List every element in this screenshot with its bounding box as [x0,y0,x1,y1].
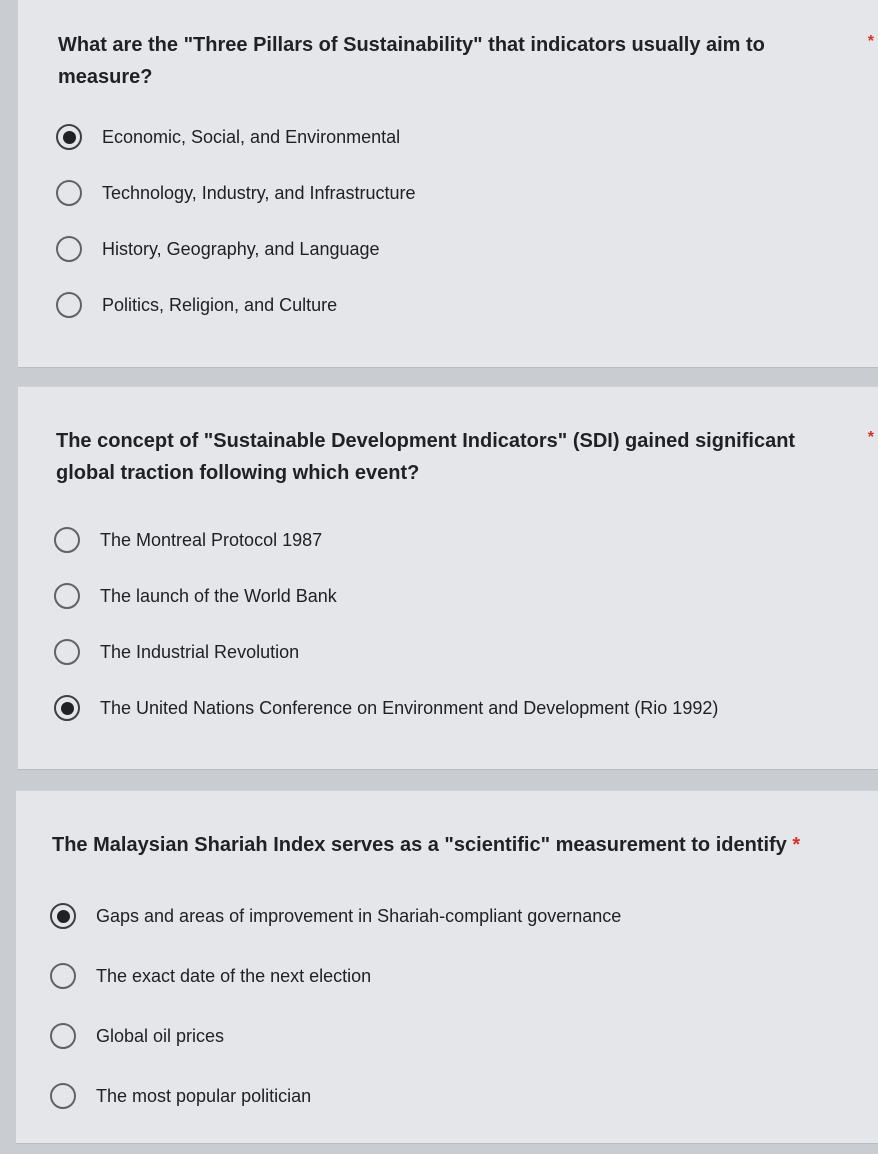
radio-empty-icon[interactable] [56,236,82,262]
option-label: The Montreal Protocol 1987 [100,529,323,550]
radio-empty-icon[interactable] [54,583,80,609]
options-list: Economic, Social, and Environmental Tech… [56,109,878,333]
option-label: Economic, Social, and Environmental [102,126,401,147]
question-title: The concept of "Sustainable Development … [56,430,796,484]
radio-selected-icon[interactable] [54,695,80,721]
radio-option[interactable]: Politics, Religion, and Culture [56,277,878,333]
radio-option[interactable]: History, Geography, and Language [56,221,878,277]
option-label: Politics, Religion, and Culture [102,294,338,315]
radio-option[interactable]: Technology, Industry, and Infrastructure [56,165,878,221]
required-asterisk: * [867,429,874,446]
question-card-1: What are the "Three Pillars of Sustainab… [18,0,878,368]
question-title: The Malaysian Shariah Index serves as a … [52,829,856,861]
option-label: Technology, Industry, and Infrastructure [102,182,416,203]
options-list: The Montreal Protocol 1987 The launch of… [54,512,878,736]
option-label: The most popular politician [96,1085,312,1106]
question-text: The Malaysian Shariah Index serves as a … [52,834,787,856]
option-label: The Industrial Revolution [100,641,300,662]
radio-selected-icon[interactable] [50,903,76,929]
required-asterisk: * [867,33,874,50]
radio-empty-icon[interactable] [56,180,82,206]
radio-empty-icon[interactable] [50,1083,76,1109]
question-title: What are the "Three Pillars of Sustainab… [58,34,765,88]
question-card-2: The concept of "Sustainable Development … [18,386,878,770]
option-label: The launch of the World Bank [100,585,337,606]
radio-option[interactable]: The United Nations Conference on Environ… [54,680,878,736]
radio-empty-icon[interactable] [56,292,82,318]
radio-option[interactable]: The exact date of the next election [50,946,876,1006]
required-asterisk: * [792,834,801,856]
option-label: History, Geography, and Language [102,238,380,259]
radio-empty-icon[interactable] [50,1023,76,1049]
radio-option[interactable]: The launch of the World Bank [54,568,878,624]
question-card-3: The Malaysian Shariah Index serves as a … [16,790,878,1144]
radio-option[interactable]: Gaps and areas of improvement in Shariah… [50,886,876,946]
radio-selected-icon[interactable] [56,124,82,150]
option-label: The United Nations Conference on Environ… [100,697,719,718]
option-label: Gaps and areas of improvement in Shariah… [96,905,622,926]
radio-option[interactable]: The most popular politician [50,1066,876,1126]
radio-option[interactable]: Global oil prices [50,1006,876,1066]
option-label: The exact date of the next election [96,965,372,986]
radio-empty-icon[interactable] [54,639,80,665]
option-label: Global oil prices [96,1025,225,1046]
radio-empty-icon[interactable] [54,527,80,553]
radio-option[interactable]: The Montreal Protocol 1987 [54,512,878,568]
radio-option[interactable]: The Industrial Revolution [54,624,878,680]
radio-empty-icon[interactable] [50,963,76,989]
options-list: Gaps and areas of improvement in Shariah… [50,886,876,1126]
radio-option[interactable]: Economic, Social, and Environmental [56,109,878,165]
